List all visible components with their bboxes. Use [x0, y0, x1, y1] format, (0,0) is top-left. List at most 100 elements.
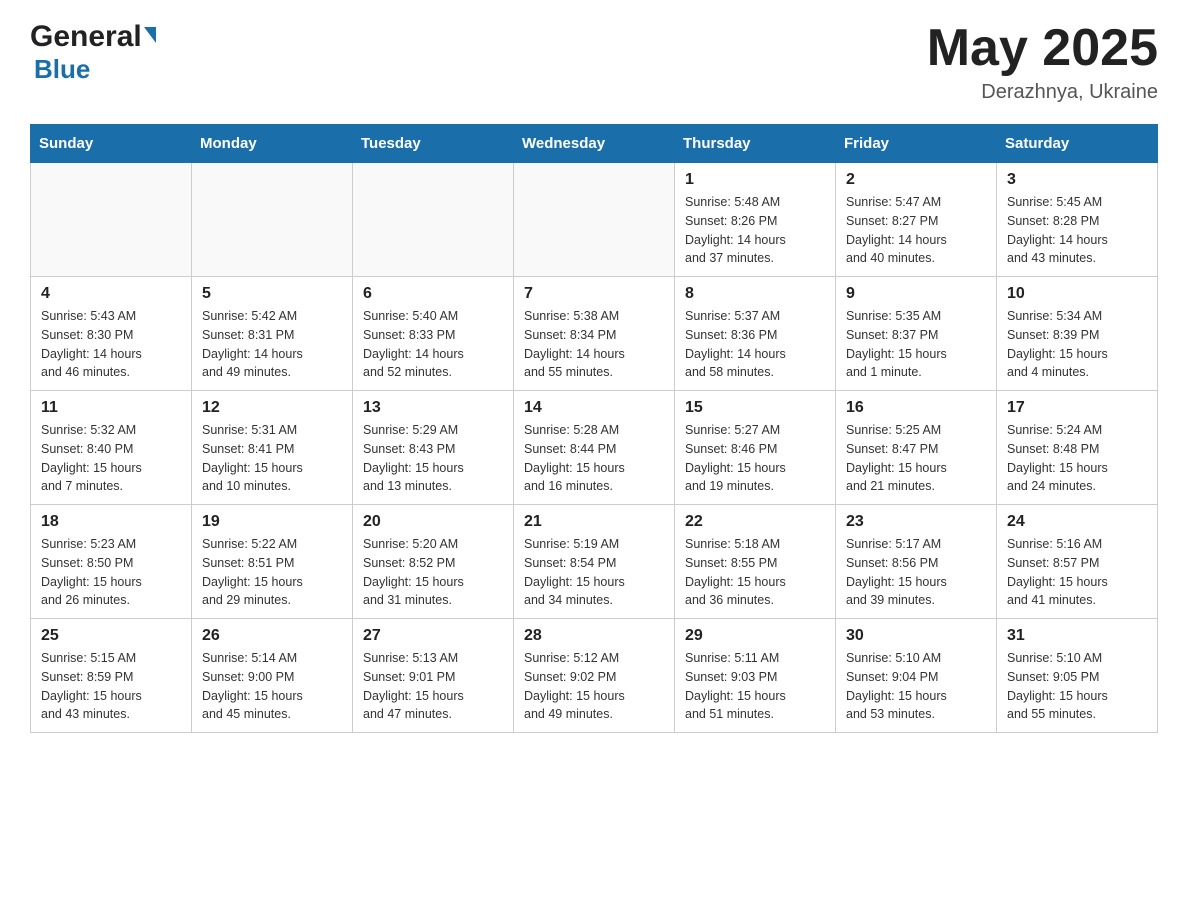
day-info: Sunrise: 5:20 AMSunset: 8:52 PMDaylight:…: [363, 535, 503, 610]
day-info: Sunrise: 5:25 AMSunset: 8:47 PMDaylight:…: [846, 421, 986, 496]
title-section: May 2025 Derazhnya, Ukraine: [927, 20, 1158, 104]
table-row: 26Sunrise: 5:14 AMSunset: 9:00 PMDayligh…: [192, 619, 353, 733]
day-number: 31: [1007, 627, 1147, 645]
calendar-table: Sunday Monday Tuesday Wednesday Thursday…: [30, 124, 1158, 733]
day-info: Sunrise: 5:17 AMSunset: 8:56 PMDaylight:…: [846, 535, 986, 610]
table-row: 23 Sunrise: 5:17 AMSunset: 8:56 PMDayligh…: [836, 505, 997, 619]
calendar-week-row: 18Sunrise: 5:23 AMSunset: 8:50 PMDayligh…: [31, 505, 1158, 619]
day-info: Sunrise: 5:16 AMSunset: 8:57 PMDaylight:…: [1007, 535, 1147, 610]
day-number: 21: [524, 513, 664, 531]
page-header: General Blue May 2025 Derazhnya, Ukraine: [30, 20, 1158, 104]
table-row: 27Sunrise: 5:13 AMSunset: 9:01 PMDayligh…: [353, 619, 514, 733]
day-info: Sunrise: 5:28 AMSunset: 8:44 PMDaylight:…: [524, 421, 664, 496]
day-number: 2: [846, 171, 986, 189]
day-info: Sunrise: 5:34 AMSunset: 8:39 PMDaylight:…: [1007, 307, 1147, 382]
col-thursday: Thursday: [675, 125, 836, 163]
day-number: 14: [524, 399, 664, 417]
day-number: 30: [846, 627, 986, 645]
day-number: 18: [41, 513, 181, 531]
day-number: 5: [202, 285, 342, 303]
day-info: Sunrise: 5:45 AMSunset: 8:28 PMDaylight:…: [1007, 193, 1147, 268]
table-row: 10 Sunrise: 5:34 AMSunset: 8:39 PMDayligh…: [997, 277, 1158, 391]
day-number: 7: [524, 285, 664, 303]
day-number: 25: [41, 627, 181, 645]
table-row: 3 Sunrise: 5:45 AMSunset: 8:28 PMDaylight…: [997, 163, 1158, 277]
calendar-week-row: 25 Sunrise: 5:15 AMSunset: 8:59 PMDayligh…: [31, 619, 1158, 733]
day-info: Sunrise: 5:40 AMSunset: 8:33 PMDaylight:…: [363, 307, 503, 382]
table-row: [31, 163, 192, 277]
day-info: Sunrise: 5:14 AMSunset: 9:00 PMDaylight:…: [202, 649, 342, 724]
col-friday: Friday: [836, 125, 997, 163]
logo-blue-text: Blue: [34, 54, 90, 84]
day-info: Sunrise: 5:35 AMSunset: 8:37 PMDaylight:…: [846, 307, 986, 382]
day-number: 13: [363, 399, 503, 417]
day-info: Sunrise: 5:32 AMSunset: 8:40 PMDaylight:…: [41, 421, 181, 496]
day-number: 20: [363, 513, 503, 531]
day-info: Sunrise: 5:24 AMSunset: 8:48 PMDaylight:…: [1007, 421, 1147, 496]
day-info: Sunrise: 5:18 AMSunset: 8:55 PMDaylight:…: [685, 535, 825, 610]
day-info: Sunrise: 5:43 AMSunset: 8:30 PMDaylight:…: [41, 307, 181, 382]
calendar-body: 1 Sunrise: 5:48 AMSunset: 8:26 PMDaylight…: [31, 163, 1158, 733]
day-info: Sunrise: 5:31 AMSunset: 8:41 PMDaylight:…: [202, 421, 342, 496]
day-number: 16: [846, 399, 986, 417]
table-row: 22 Sunrise: 5:18 AMSunset: 8:55 PMDayligh…: [675, 505, 836, 619]
table-row: 17Sunrise: 5:24 AMSunset: 8:48 PMDayligh…: [997, 391, 1158, 505]
table-row: 12 Sunrise: 5:31 AMSunset: 8:41 PMDayligh…: [192, 391, 353, 505]
logo-arrow-icon: [144, 27, 156, 43]
day-info: Sunrise: 5:13 AMSunset: 9:01 PMDaylight:…: [363, 649, 503, 724]
col-tuesday: Tuesday: [353, 125, 514, 163]
table-row: [353, 163, 514, 277]
day-number: 3: [1007, 171, 1147, 189]
location-subtitle: Derazhnya, Ukraine: [927, 81, 1158, 104]
table-row: 9 Sunrise: 5:35 AMSunset: 8:37 PMDaylight…: [836, 277, 997, 391]
day-info: Sunrise: 5:19 AMSunset: 8:54 PMDaylight:…: [524, 535, 664, 610]
table-row: 20 Sunrise: 5:20 AMSunset: 8:52 PMDayligh…: [353, 505, 514, 619]
calendar-week-row: 4Sunrise: 5:43 AMSunset: 8:30 PMDaylight…: [31, 277, 1158, 391]
table-row: 11 Sunrise: 5:32 AMSunset: 8:40 PMDayligh…: [31, 391, 192, 505]
day-number: 8: [685, 285, 825, 303]
logo-general-text: General: [30, 20, 142, 54]
day-info: Sunrise: 5:10 AMSunset: 9:05 PMDaylight:…: [1007, 649, 1147, 724]
day-number: 19: [202, 513, 342, 531]
table-row: [192, 163, 353, 277]
table-row: 25 Sunrise: 5:15 AMSunset: 8:59 PMDayligh…: [31, 619, 192, 733]
col-monday: Monday: [192, 125, 353, 163]
month-year-title: May 2025: [927, 20, 1158, 77]
day-number: 12: [202, 399, 342, 417]
day-number: 1: [685, 171, 825, 189]
day-info: Sunrise: 5:27 AMSunset: 8:46 PMDaylight:…: [685, 421, 825, 496]
col-saturday: Saturday: [997, 125, 1158, 163]
col-sunday: Sunday: [31, 125, 192, 163]
table-row: 1 Sunrise: 5:48 AMSunset: 8:26 PMDaylight…: [675, 163, 836, 277]
table-row: 31 Sunrise: 5:10 AMSunset: 9:05 PMDayligh…: [997, 619, 1158, 733]
calendar-week-row: 11 Sunrise: 5:32 AMSunset: 8:40 PMDayligh…: [31, 391, 1158, 505]
day-number: 9: [846, 285, 986, 303]
calendar-header: Sunday Monday Tuesday Wednesday Thursday…: [31, 125, 1158, 163]
table-row: [514, 163, 675, 277]
table-row: 14 Sunrise: 5:28 AMSunset: 8:44 PMDayligh…: [514, 391, 675, 505]
day-info: Sunrise: 5:10 AMSunset: 9:04 PMDaylight:…: [846, 649, 986, 724]
day-info: Sunrise: 5:15 AMSunset: 8:59 PMDaylight:…: [41, 649, 181, 724]
day-number: 22: [685, 513, 825, 531]
day-info: Sunrise: 5:12 AMSunset: 9:02 PMDaylight:…: [524, 649, 664, 724]
table-row: 13 Sunrise: 5:29 AMSunset: 8:43 PMDayligh…: [353, 391, 514, 505]
table-row: 16 Sunrise: 5:25 AMSunset: 8:47 PMDayligh…: [836, 391, 997, 505]
table-row: 7 Sunrise: 5:38 AMSunset: 8:34 PMDaylight…: [514, 277, 675, 391]
day-info: Sunrise: 5:29 AMSunset: 8:43 PMDaylight:…: [363, 421, 503, 496]
day-info: Sunrise: 5:11 AMSunset: 9:03 PMDaylight:…: [685, 649, 825, 724]
day-number: 10: [1007, 285, 1147, 303]
logo: General Blue: [30, 20, 156, 85]
day-number: 23: [846, 513, 986, 531]
day-info: Sunrise: 5:38 AMSunset: 8:34 PMDaylight:…: [524, 307, 664, 382]
day-number: 28: [524, 627, 664, 645]
day-number: 24: [1007, 513, 1147, 531]
day-number: 11: [41, 399, 181, 417]
table-row: 18Sunrise: 5:23 AMSunset: 8:50 PMDayligh…: [31, 505, 192, 619]
days-of-week-row: Sunday Monday Tuesday Wednesday Thursday…: [31, 125, 1158, 163]
day-info: Sunrise: 5:47 AMSunset: 8:27 PMDaylight:…: [846, 193, 986, 268]
day-number: 15: [685, 399, 825, 417]
day-info: Sunrise: 5:48 AMSunset: 8:26 PMDaylight:…: [685, 193, 825, 268]
day-info: Sunrise: 5:37 AMSunset: 8:36 PMDaylight:…: [685, 307, 825, 382]
table-row: 21 Sunrise: 5:19 AMSunset: 8:54 PMDayligh…: [514, 505, 675, 619]
table-row: 6Sunrise: 5:40 AMSunset: 8:33 PMDaylight…: [353, 277, 514, 391]
